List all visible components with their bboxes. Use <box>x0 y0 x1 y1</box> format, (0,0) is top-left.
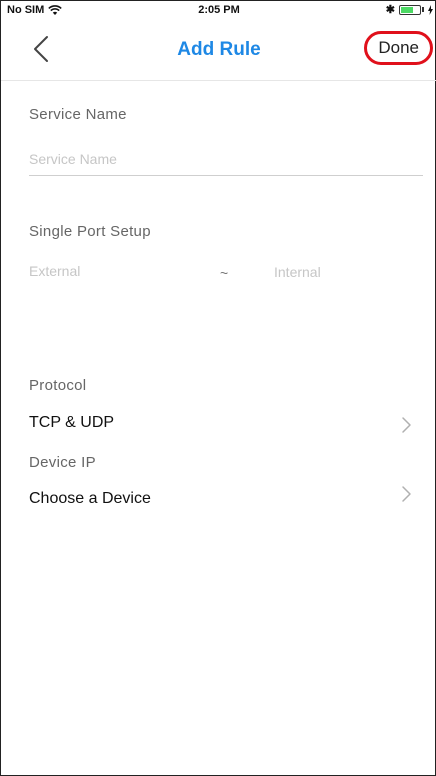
done-button[interactable]: Done <box>364 31 433 65</box>
internal-port-input[interactable]: Internal <box>274 264 321 280</box>
device-select-value[interactable]: Choose a Device <box>29 490 151 508</box>
protocol-label: Protocol <box>29 377 87 394</box>
port-range-separator: ~ <box>220 265 229 281</box>
device-ip-label: Device IP <box>29 454 96 471</box>
status-right: ✱ <box>386 3 433 16</box>
bluetooth-icon: ✱ <box>385 4 395 16</box>
status-bar: No SIM 2:05 PM ✱ <box>1 1 436 19</box>
battery-tip <box>422 7 424 12</box>
service-name-input[interactable]: Service Name <box>29 151 117 167</box>
navigation-bar: Add Rule Done <box>1 19 436 81</box>
service-name-underline <box>29 175 423 176</box>
highlight-circle <box>364 31 433 65</box>
service-name-label: Service Name <box>29 106 127 123</box>
battery-level <box>401 6 413 13</box>
status-time: 2:05 PM <box>198 4 240 16</box>
single-port-label: Single Port Setup <box>29 223 151 240</box>
app-screen: No SIM 2:05 PM ✱ Add Rule Done Service N… <box>0 0 436 776</box>
charging-icon <box>428 4 433 15</box>
battery-icon <box>399 4 421 15</box>
protocol-value[interactable]: TCP & UDP <box>29 414 114 432</box>
external-port-input[interactable]: External <box>29 263 80 279</box>
chevron-right-icon[interactable] <box>399 416 413 434</box>
chevron-right-icon[interactable] <box>399 485 413 503</box>
